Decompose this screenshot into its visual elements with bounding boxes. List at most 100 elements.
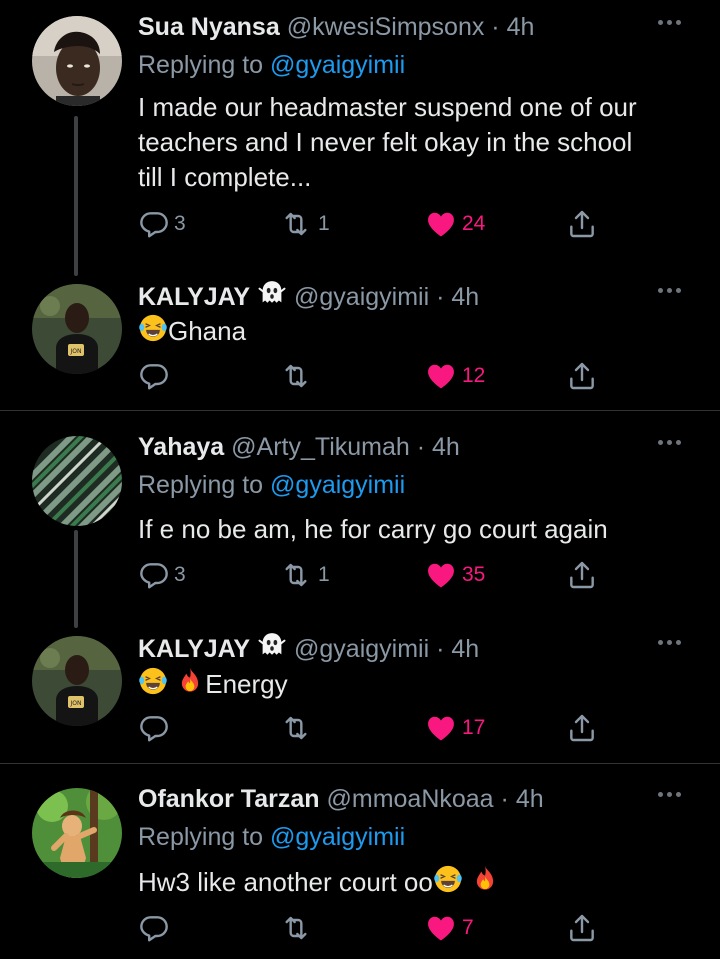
mention-link[interactable]: @gyaigyimii bbox=[270, 823, 405, 851]
retweet-icon bbox=[278, 559, 314, 591]
tweet[interactable]: JON KALYJAY @gyaigyimii · 4h Ghana 12 bbox=[0, 278, 720, 408]
share-button[interactable] bbox=[566, 206, 598, 242]
share-button[interactable] bbox=[566, 910, 598, 946]
like-button[interactable]: 35 bbox=[424, 557, 485, 593]
laughing-tears-emoji-icon bbox=[138, 666, 168, 696]
avatar[interactable] bbox=[32, 16, 122, 106]
reply-icon bbox=[138, 360, 170, 392]
tweet-header: Sua Nyansa @kwesiSimpsonx · 4h bbox=[138, 13, 535, 41]
timestamp[interactable]: 4h bbox=[451, 635, 479, 663]
tweet-header: Yahaya @Arty_Tikumah · 4h bbox=[138, 433, 460, 461]
tweet-text-line: If e no be am, he for carry go court aga… bbox=[138, 514, 608, 544]
user-handle[interactable]: @mmoaNkoaa bbox=[326, 785, 493, 813]
avatar[interactable] bbox=[32, 788, 122, 878]
laughing-tears-emoji-icon bbox=[138, 313, 168, 343]
mention-link[interactable]: @gyaigyimii bbox=[270, 471, 405, 499]
reply-button[interactable]: 3 bbox=[138, 557, 186, 593]
reply-button[interactable] bbox=[138, 910, 170, 946]
reply-button[interactable] bbox=[138, 710, 170, 746]
share-button[interactable] bbox=[566, 358, 598, 394]
reply-icon bbox=[138, 559, 170, 591]
replying-to: Replying to @gyaigyimii bbox=[138, 820, 405, 854]
display-name[interactable]: Sua Nyansa bbox=[138, 13, 280, 41]
display-name[interactable]: Yahaya bbox=[138, 433, 224, 461]
retweet-button[interactable]: 1 bbox=[278, 557, 330, 593]
more-options-icon[interactable] bbox=[654, 440, 686, 450]
more-options-icon[interactable] bbox=[654, 640, 686, 650]
reply-icon bbox=[138, 712, 170, 744]
heart-icon bbox=[424, 712, 458, 744]
tweet-actions: 17 bbox=[138, 710, 608, 746]
mention-link[interactable]: @gyaigyimii bbox=[270, 51, 405, 79]
reply-icon bbox=[138, 912, 170, 944]
tweet-header: KALYJAY @gyaigyimii · 4h bbox=[138, 630, 479, 666]
replying-prefix: Replying to bbox=[138, 51, 264, 79]
retweet-button[interactable]: 1 bbox=[278, 206, 330, 242]
user-handle[interactable]: @gyaigyimii bbox=[294, 283, 429, 311]
like-count: 7 bbox=[462, 916, 474, 939]
retweet-button[interactable] bbox=[278, 710, 314, 746]
reply-button[interactable] bbox=[138, 358, 170, 394]
share-icon bbox=[566, 912, 598, 944]
display-name[interactable]: Ofankor Tarzan bbox=[138, 785, 320, 813]
tweet-text: Energy bbox=[138, 666, 698, 702]
avatar[interactable]: JON bbox=[32, 636, 122, 726]
user-handle[interactable]: @Arty_Tikumah bbox=[231, 433, 410, 461]
share-icon bbox=[566, 208, 598, 240]
tweet-text: Hw3 like another court oo bbox=[138, 864, 698, 900]
more-options-icon[interactable] bbox=[654, 288, 686, 298]
like-button[interactable]: 7 bbox=[424, 910, 474, 946]
tweet-actions: 3 1 35 bbox=[138, 557, 608, 593]
like-count: 12 bbox=[462, 364, 486, 387]
like-button[interactable]: 24 bbox=[424, 206, 485, 242]
retweet-icon bbox=[278, 712, 314, 744]
like-button[interactable]: 17 bbox=[424, 710, 485, 746]
svg-text:JON: JON bbox=[70, 348, 82, 355]
timestamp[interactable]: 4h bbox=[451, 283, 479, 311]
timestamp[interactable]: 4h bbox=[516, 785, 544, 813]
tweet[interactable]: Yahaya @Arty_Tikumah · 4h Replying to @g… bbox=[0, 430, 720, 590]
replying-prefix: Replying to bbox=[138, 823, 264, 851]
retweet-button[interactable] bbox=[278, 358, 314, 394]
ghost-emoji-icon bbox=[257, 278, 287, 308]
tweet-header: Ofankor Tarzan @mmoaNkoaa · 4h bbox=[138, 785, 544, 813]
reply-button[interactable]: 3 bbox=[138, 206, 186, 242]
avatar[interactable]: JON bbox=[32, 284, 122, 374]
retweet-button[interactable] bbox=[278, 910, 314, 946]
retweet-icon bbox=[278, 208, 314, 240]
display-name[interactable]: KALYJAY bbox=[138, 283, 250, 311]
user-handle[interactable]: @gyaigyimii bbox=[294, 635, 429, 663]
share-button[interactable] bbox=[566, 710, 598, 746]
fire-emoji-icon bbox=[175, 666, 205, 696]
share-icon bbox=[566, 360, 598, 392]
tweet-text: Ghana bbox=[138, 313, 698, 349]
tweet[interactable]: JON KALYJAY @gyaigyimii · 4h Energy 17 bbox=[0, 630, 720, 760]
heart-icon bbox=[424, 208, 458, 240]
display-name[interactable]: KALYJAY bbox=[138, 635, 250, 663]
timestamp[interactable]: 4h bbox=[432, 433, 460, 461]
fire-emoji-icon bbox=[470, 864, 500, 894]
tweet[interactable]: Sua Nyansa @kwesiSimpsonx · 4h Replying … bbox=[0, 10, 720, 270]
laughing-tears-emoji-icon bbox=[433, 864, 463, 894]
tweet-text: I made our headmaster suspend one of our… bbox=[138, 90, 698, 195]
timestamp[interactable]: 4h bbox=[507, 13, 535, 41]
heart-icon bbox=[424, 360, 458, 392]
replying-prefix: Replying to bbox=[138, 471, 264, 499]
like-count: 24 bbox=[462, 212, 486, 235]
heart-icon bbox=[424, 559, 458, 591]
more-options-icon[interactable] bbox=[654, 20, 686, 30]
more-options-icon[interactable] bbox=[654, 792, 686, 802]
tweet[interactable]: Ofankor Tarzan @mmoaNkoaa · 4h Replying … bbox=[0, 782, 720, 952]
tweet-text-line: Ghana bbox=[168, 316, 247, 346]
heart-icon bbox=[424, 912, 458, 944]
tweet-header: KALYJAY @gyaigyimii · 4h bbox=[138, 278, 479, 314]
like-count: 17 bbox=[462, 716, 486, 739]
reply-count: 3 bbox=[174, 563, 186, 586]
like-button[interactable]: 12 bbox=[424, 358, 485, 394]
tweet-text: If e no be am, he for carry go court aga… bbox=[138, 512, 698, 547]
reply-icon bbox=[138, 208, 170, 240]
svg-text:JON: JON bbox=[70, 700, 82, 707]
user-handle[interactable]: @kwesiSimpsonx bbox=[287, 13, 485, 41]
avatar[interactable] bbox=[32, 436, 122, 526]
share-button[interactable] bbox=[566, 557, 598, 593]
